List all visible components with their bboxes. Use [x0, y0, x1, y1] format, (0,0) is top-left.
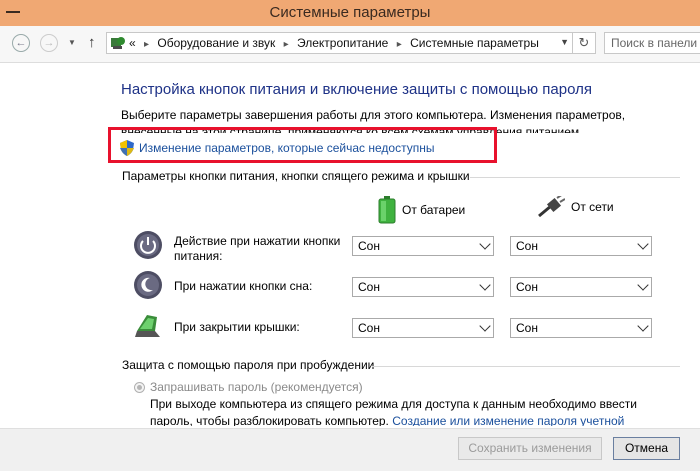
- power-button-ac-value: Сон: [516, 239, 538, 253]
- power-button-ac-select[interactable]: Сон: [510, 236, 652, 256]
- highlight-box: [108, 127, 497, 163]
- power-button-action-label: Действие при нажатии кнопки питания:: [174, 234, 341, 263]
- control-panel-icon: [111, 37, 125, 49]
- main-content: Настройка кнопок питания и включение защ…: [0, 63, 700, 428]
- battery-column-label: От батареи: [402, 203, 466, 217]
- up-arrow-icon[interactable]: ↑: [88, 34, 96, 51]
- address-dropdown-icon[interactable]: ▼: [560, 37, 569, 47]
- window-title: Системные параметры: [269, 4, 431, 21]
- save-changes-button[interactable]: Сохранить изменения: [458, 437, 602, 460]
- breadcrumb-separator: ▸: [144, 39, 150, 50]
- lid-close-action-label: При закрытии крышки:: [174, 320, 300, 334]
- section-divider: [470, 177, 680, 178]
- recent-pages-chevron-icon[interactable]: ▼: [68, 38, 76, 47]
- power-plug-icon: [538, 196, 565, 218]
- lid-close-ac-value: Сон: [516, 321, 538, 335]
- address-bar[interactable]: « ▸ Оборудование и звук ▸ Электропитание…: [106, 32, 596, 54]
- lid-close-battery-value: Сон: [358, 321, 380, 335]
- require-password-label: Запрашивать пароль (рекомендуется): [150, 380, 363, 394]
- breadcrumb-separator: ▸: [396, 39, 402, 50]
- breadcrumb-item-system-settings[interactable]: Системные параметры: [410, 36, 539, 50]
- power-button-battery-select[interactable]: Сон: [352, 236, 494, 256]
- search-input[interactable]: Поиск в панели уп: [604, 32, 700, 54]
- back-icon[interactable]: ←: [12, 34, 30, 52]
- chevron-down-icon: [637, 320, 649, 332]
- laptop-lid-icon: [135, 315, 160, 337]
- navigation-bar: ← → ▼ ↑ « ▸ Оборудование и звук ▸ Электр…: [0, 26, 700, 63]
- chevron-down-icon: [479, 238, 491, 250]
- sleep-button-ac-value: Сон: [516, 280, 538, 294]
- breadcrumb: « ▸ Оборудование и звук ▸ Электропитание…: [129, 36, 539, 50]
- forward-icon[interactable]: →: [40, 34, 58, 52]
- power-section-title: Параметры кнопки питания, кнопки спящего…: [122, 169, 470, 183]
- section-divider: [372, 366, 680, 367]
- cancel-button[interactable]: Отмена: [613, 437, 680, 460]
- sleep-button-ac-select[interactable]: Сон: [510, 277, 652, 297]
- ac-column-label: От сети: [571, 200, 614, 214]
- chevron-down-icon: [479, 279, 491, 291]
- require-password-description: При выходе компьютера из спящего режима …: [150, 396, 660, 426]
- password-section-title: Защита с помощью пароля при пробуждении: [122, 358, 375, 372]
- breadcrumb-item-power[interactable]: Электропитание: [297, 36, 388, 50]
- lid-close-ac-select[interactable]: Сон: [510, 318, 652, 338]
- battery-column-header: От батареи: [378, 196, 465, 224]
- require-password-option[interactable]: Запрашивать пароль (рекомендуется): [134, 380, 363, 394]
- ac-column-header: От сети: [537, 196, 614, 218]
- power-button-icon: [134, 231, 162, 259]
- battery-icon: [378, 196, 396, 224]
- page-title: Настройка кнопок питания и включение защ…: [121, 81, 592, 98]
- power-button-battery-value: Сон: [358, 239, 380, 253]
- title-bar: Системные параметры: [0, 0, 700, 26]
- sleep-button-battery-value: Сон: [358, 280, 380, 294]
- lid-close-battery-select[interactable]: Сон: [352, 318, 494, 338]
- radio-selected-icon[interactable]: [134, 381, 145, 393]
- chevron-down-icon: [637, 238, 649, 250]
- sleep-button-battery-select[interactable]: Сон: [352, 277, 494, 297]
- sleep-button-icon: [134, 271, 162, 299]
- sleep-button-action-label: При нажатии кнопки сна:: [174, 279, 313, 293]
- breadcrumb-overflow[interactable]: «: [129, 36, 136, 50]
- chevron-down-icon: [479, 320, 491, 332]
- dialog-footer: Сохранить изменения Отмена: [0, 428, 700, 471]
- breadcrumb-separator: ▸: [283, 39, 289, 50]
- chevron-down-icon: [637, 279, 649, 291]
- breadcrumb-item-hardware[interactable]: Оборудование и звук: [157, 36, 275, 50]
- refresh-icon[interactable]: ↻: [572, 33, 595, 53]
